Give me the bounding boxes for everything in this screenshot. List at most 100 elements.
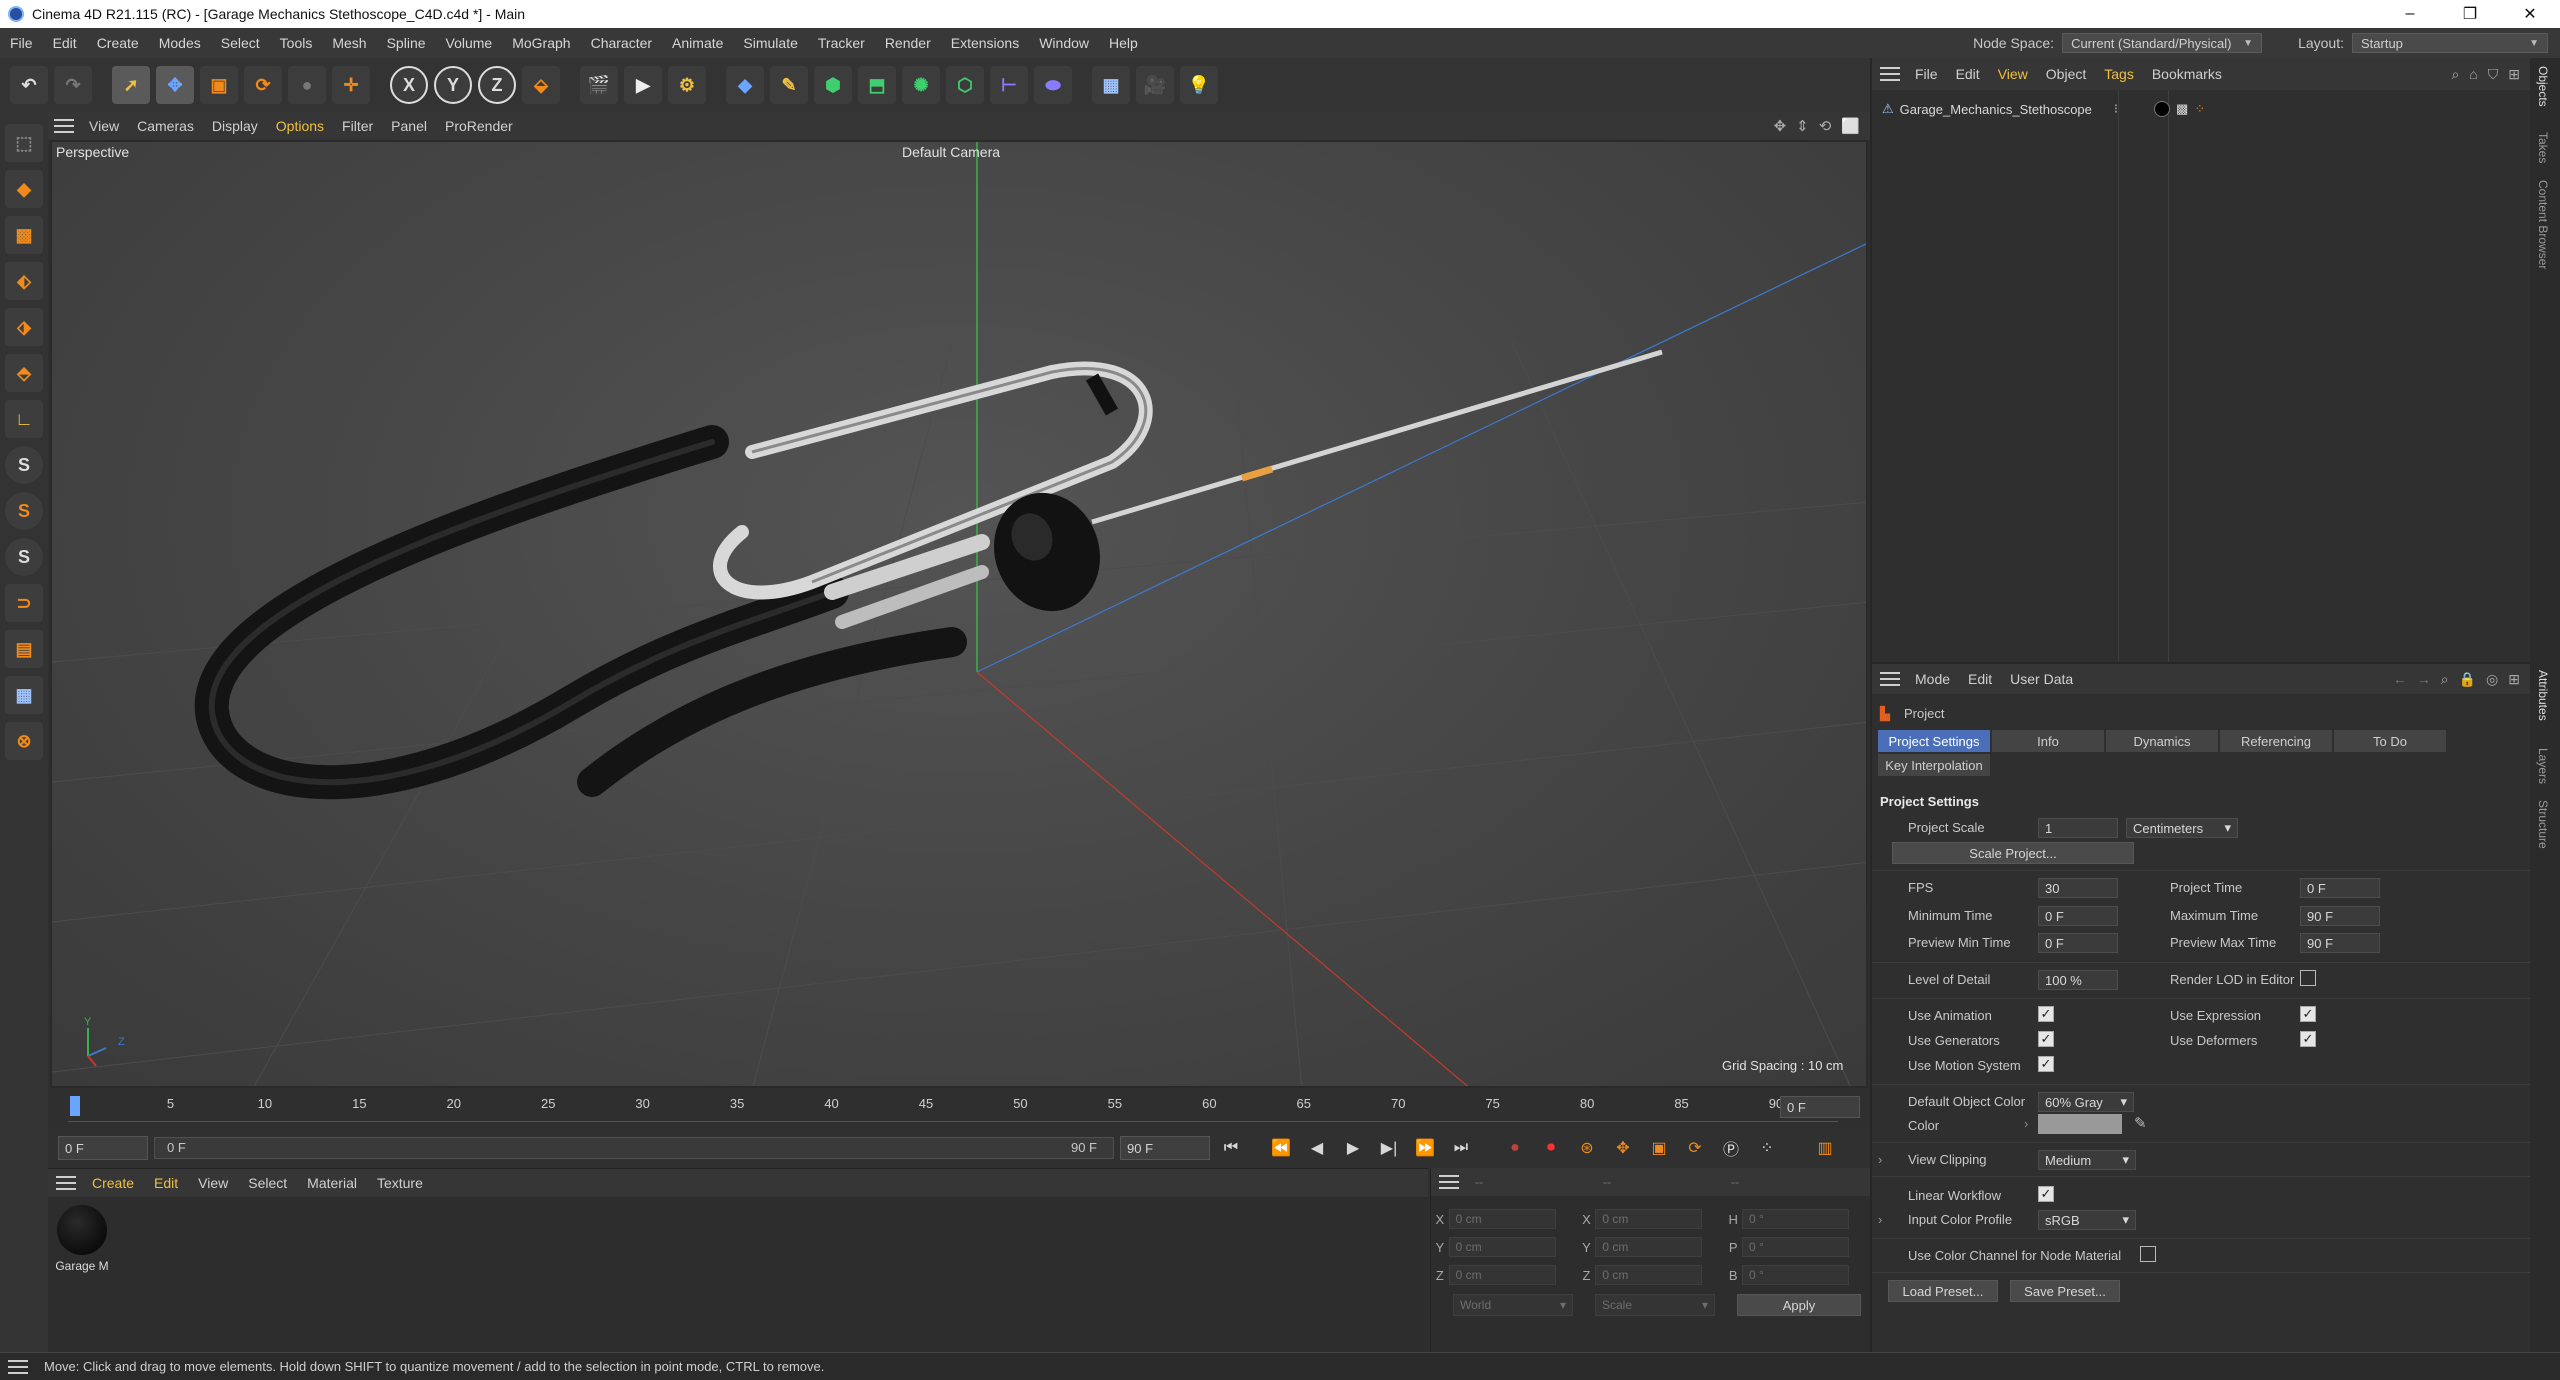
go-to-end-icon[interactable]: ⏭ <box>1446 1133 1476 1163</box>
home-icon[interactable]: ⌂ <box>2469 66 2477 83</box>
pos-x-field[interactable]: 0 cm <box>1448 1209 1556 1229</box>
preview-max-time-field[interactable]: 90 F <box>2300 933 2380 953</box>
new-window-icon[interactable]: ⊞ <box>2508 671 2520 688</box>
viewport-menu-panel[interactable]: Panel <box>382 118 436 134</box>
material-tag-icon[interactable] <box>2154 101 2171 117</box>
load-preset-button[interactable]: Load Preset... <box>1888 1280 1998 1302</box>
fps-field[interactable]: 30 <box>2038 878 2118 898</box>
object-menu-edit[interactable]: Edit <box>1947 66 1989 82</box>
apply-button[interactable]: Apply <box>1737 1294 1861 1316</box>
tab-key-interpolation[interactable]: Key Interpolation <box>1878 754 1990 776</box>
use-expression-checkbox[interactable]: ✓ <box>2300 1006 2316 1022</box>
tab-structure[interactable]: Structure <box>2536 800 2550 849</box>
pos-z-field[interactable]: 0 cm <box>1448 1265 1556 1285</box>
preview-min-time-field[interactable]: 0 F <box>2038 933 2118 953</box>
material-menu-material[interactable]: Material <box>297 1175 367 1191</box>
floor-object-icon[interactable]: ▦ <box>1092 66 1130 104</box>
stethoscope-model[interactable] <box>194 349 1663 800</box>
input-color-profile-dropdown[interactable]: sRGB ▾ <box>2038 1210 2136 1230</box>
menu-window[interactable]: Window <box>1029 35 1099 51</box>
rotate-tool-icon[interactable]: ⟳ <box>244 66 282 104</box>
use-generators-checkbox[interactable]: ✓ <box>2038 1031 2054 1047</box>
attribute-hamburger-icon[interactable] <box>1880 672 1900 686</box>
viewport-rotate-icon[interactable]: ⟲ <box>1819 117 1832 135</box>
size-x-field[interactable]: 0 cm <box>1595 1209 1703 1229</box>
chevron-right-icon[interactable]: › <box>1878 1212 1882 1227</box>
key-scale-icon[interactable]: ▣ <box>1644 1133 1674 1163</box>
forward-arrow-icon[interactable]: → <box>2417 671 2431 688</box>
history-icon[interactable]: ◎ <box>2486 671 2498 688</box>
z-axis-lock-icon[interactable]: Z <box>478 66 516 104</box>
minimum-time-field[interactable]: 0 F <box>2038 906 2118 926</box>
camera-label[interactable]: Default Camera <box>902 144 1000 160</box>
points-mode-icon[interactable]: ⬖ <box>5 262 43 300</box>
current-frame-field[interactable]: 0 F <box>1780 1096 1860 1118</box>
chevron-right-icon[interactable]: › <box>1878 1152 1882 1167</box>
tab-content-browser[interactable]: Content Browser <box>2536 180 2550 269</box>
object-row-stethoscope[interactable]: ⚠ Garage_Mechanics_Stethoscope ⁝ ▩ ⁘ <box>1882 98 2205 120</box>
scale-project-button[interactable]: Scale Project... <box>1892 842 2134 864</box>
y-axis-lock-icon[interactable]: Y <box>434 66 472 104</box>
menu-mesh[interactable]: Mesh <box>322 35 376 51</box>
cube-object-icon[interactable]: ◆ <box>726 66 764 104</box>
object-menu-file[interactable]: File <box>1906 66 1947 82</box>
search-icon[interactable]: ⌕ <box>2441 671 2449 688</box>
material-menu-texture[interactable]: Texture <box>367 1175 433 1191</box>
live-selection-icon[interactable]: ➚ <box>112 66 150 104</box>
menu-modes[interactable]: Modes <box>149 35 211 51</box>
pos-y-field[interactable]: 0 cm <box>1448 1237 1556 1257</box>
menu-simulate[interactable]: Simulate <box>733 35 807 51</box>
object-menu-object[interactable]: Object <box>2037 66 2095 82</box>
rot-b-field[interactable]: 0 ° <box>1741 1265 1849 1285</box>
level-of-detail-field[interactable]: 100 % <box>2038 970 2118 990</box>
menu-help[interactable]: Help <box>1099 35 1148 51</box>
status-hamburger-icon[interactable] <box>8 1359 28 1374</box>
viewport-hamburger-icon[interactable] <box>54 119 74 133</box>
project-time-field[interactable]: 0 F <box>2300 878 2380 898</box>
viewport-maximize-icon[interactable]: ⬜ <box>1841 117 1860 135</box>
material-hamburger-icon[interactable] <box>56 1176 76 1190</box>
project-scale-field[interactable]: 1 <box>2038 818 2118 838</box>
undo-icon[interactable]: ↶ <box>10 66 48 104</box>
lock-icon[interactable]: 🔒 <box>2459 671 2476 688</box>
material-menu-view[interactable]: View <box>188 1175 238 1191</box>
coordinate-system-icon[interactable]: ⬙ <box>522 66 560 104</box>
rot-p-field[interactable]: 0 ° <box>1741 1237 1849 1257</box>
menu-edit[interactable]: Edit <box>43 35 87 51</box>
viewport-zoom-icon[interactable]: ⇕ <box>1796 117 1809 135</box>
material-menu-create[interactable]: Create <box>82 1175 144 1191</box>
end-frame-field[interactable]: 90 F <box>1120 1136 1210 1160</box>
camera-object-icon[interactable]: 🎥 <box>1136 66 1174 104</box>
next-frame-icon[interactable]: ▶| <box>1374 1133 1404 1163</box>
recent-tool-icon[interactable]: ● <box>288 66 326 104</box>
menu-create[interactable]: Create <box>87 35 149 51</box>
coordinate-mode-dropdown[interactable]: Scale ▾ <box>1595 1294 1715 1316</box>
viewport-menu-cameras[interactable]: Cameras <box>128 118 203 134</box>
tab-to-do[interactable]: To Do <box>2334 730 2446 752</box>
object-menu-tags[interactable]: Tags <box>2095 66 2143 82</box>
tab-dynamics[interactable]: Dynamics <box>2106 730 2218 752</box>
object-menu-view[interactable]: View <box>1989 66 2037 82</box>
menu-spline[interactable]: Spline <box>377 35 436 51</box>
start-frame-field[interactable]: 0 F <box>58 1136 148 1160</box>
search-icon[interactable]: ⌕ <box>2451 66 2459 83</box>
viewport-move-icon[interactable]: ✥ <box>1774 117 1787 135</box>
snap-enable-icon[interactable]: S <box>5 446 43 484</box>
eyedropper-icon[interactable]: ✎ <box>2134 1114 2147 1132</box>
make-editable-icon[interactable]: ⬚ <box>5 124 43 162</box>
menu-file[interactable]: File <box>0 35 43 51</box>
previous-key-icon[interactable]: ⏪ <box>1266 1133 1296 1163</box>
transform-tool-icon[interactable]: ✛ <box>332 66 370 104</box>
edges-mode-icon[interactable]: ⬗ <box>5 308 43 346</box>
object-menu-bookmarks[interactable]: Bookmarks <box>2143 66 2231 82</box>
menu-animate[interactable]: Animate <box>662 35 733 51</box>
mograph-cloner-icon[interactable]: ✺ <box>902 66 940 104</box>
x-axis-lock-icon[interactable]: X <box>390 66 428 104</box>
minimize-button[interactable]: – <box>2380 5 2440 23</box>
deformer-bend-icon[interactable]: ⊢ <box>990 66 1028 104</box>
next-key-icon[interactable]: ⏩ <box>1410 1133 1440 1163</box>
object-hamburger-icon[interactable] <box>1880 67 1900 81</box>
polygons-mode-icon[interactable]: ⬘ <box>5 354 43 392</box>
use-animation-checkbox[interactable]: ✓ <box>2038 1006 2054 1022</box>
snap-settings-icon[interactable]: S <box>5 492 43 530</box>
